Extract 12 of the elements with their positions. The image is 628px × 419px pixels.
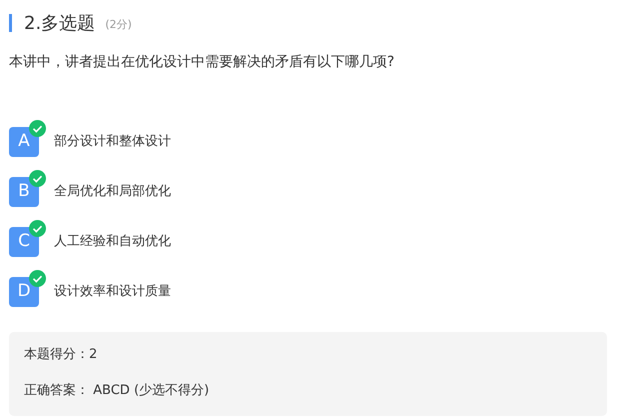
score-value: 2 — [89, 347, 98, 362]
question-text: 本讲中，讲者提出在优化设计中需要解决的矛盾有以下哪几项? — [8, 53, 396, 72]
option-text: 部分设计和整体设计 — [54, 133, 171, 152]
option-text: 设计效率和设计质量 — [54, 283, 171, 302]
score-label: 本题得分： — [24, 347, 89, 362]
answer-value: ABCD (少选不得分) — [93, 382, 210, 398]
question-points: (2分) — [105, 16, 132, 33]
question-title: 2.多选题 — [24, 12, 96, 36]
answer-label: 正确答案： — [24, 382, 89, 398]
option-text: 全局优化和局部优化 — [54, 183, 171, 202]
title-accent-bar — [9, 14, 12, 32]
option-text: 人工经验和自动优化 — [54, 233, 171, 252]
